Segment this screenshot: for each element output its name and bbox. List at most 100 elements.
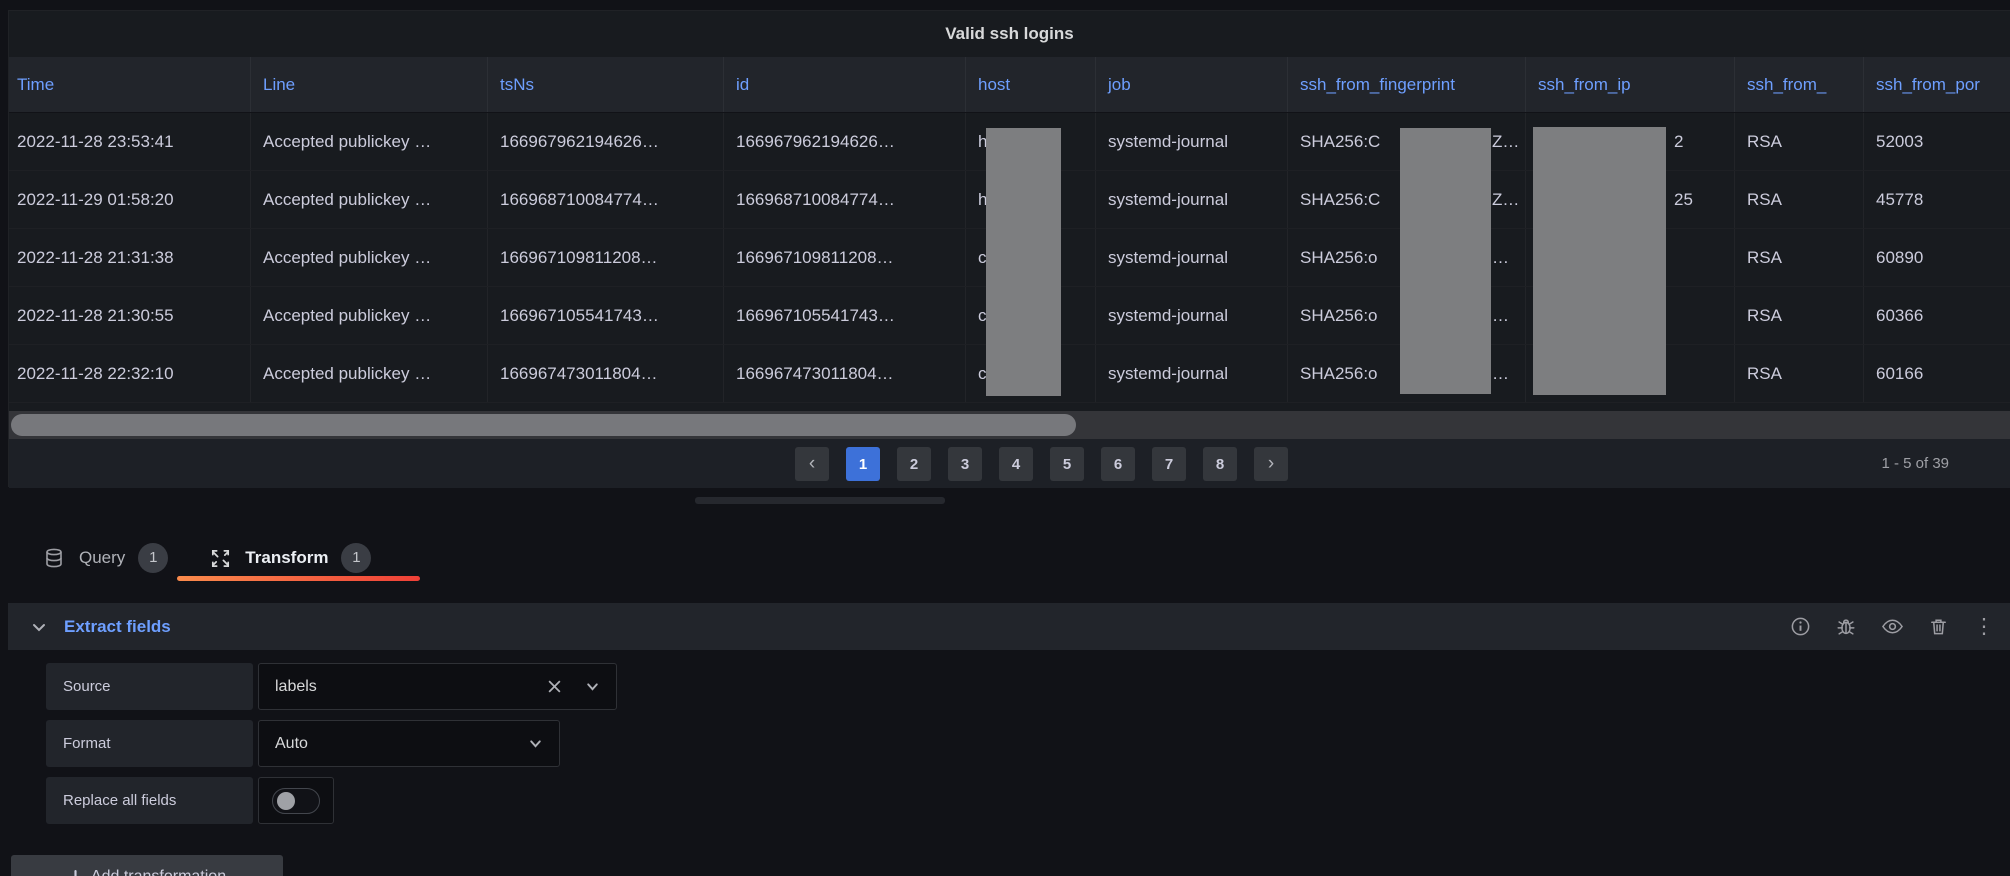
transform-icon xyxy=(208,546,232,570)
cell-line: Accepted publickey … xyxy=(251,171,488,228)
cell-time: 2022-11-29 01:58:20 xyxy=(9,171,251,228)
replace-all-fields-toggle[interactable] xyxy=(272,787,320,814)
column-header-time[interactable]: Time xyxy=(9,57,251,112)
pagination-page-7[interactable]: 7 xyxy=(1152,447,1186,481)
column-header-line[interactable]: Line xyxy=(251,57,488,112)
pagination-page-6[interactable]: 6 xyxy=(1101,447,1135,481)
pagination-page-4[interactable]: 4 xyxy=(999,447,1033,481)
format-label: Format xyxy=(46,720,253,767)
cell-line: Accepted publickey … xyxy=(251,345,488,402)
source-select-value: labels xyxy=(275,677,317,695)
tab-query-label: Query xyxy=(79,548,126,567)
cell-id: 166968710084774… xyxy=(724,171,966,228)
cell-time: 2022-11-28 22:32:10 xyxy=(9,345,251,402)
clear-x-icon[interactable] xyxy=(542,675,566,699)
pagination-page-8[interactable]: 8 xyxy=(1203,447,1237,481)
debug-bug-icon[interactable] xyxy=(1834,615,1858,639)
column-header-ssh-from-ip[interactable]: ssh_from_ip xyxy=(1526,57,1735,112)
tab-query[interactable]: Query 1 xyxy=(30,538,196,578)
cell-ssh-from-keytype: RSA xyxy=(1735,287,1864,344)
cell-line: Accepted publickey … xyxy=(251,287,488,344)
column-header-ssh-from-[interactable]: ssh_from_ xyxy=(1735,57,1864,112)
kebab-menu-icon[interactable]: ⋮ xyxy=(1972,615,1996,639)
pagination-buttons: ‹ 1 2 3 4 5 6 7 8 › xyxy=(795,447,1288,481)
column-header-tsns[interactable]: tsNs xyxy=(488,57,724,112)
pagination-page-3[interactable]: 3 xyxy=(948,447,982,481)
chevron-down-icon[interactable] xyxy=(30,618,48,636)
cell-id: 166967962194626… xyxy=(724,113,966,170)
cell-id: 166967105541743… xyxy=(724,287,966,344)
tab-transform-label: Transform xyxy=(245,548,329,567)
panel-title: Valid ssh logins xyxy=(945,24,1074,43)
tab-transform[interactable]: Transform 1 xyxy=(196,538,399,578)
info-icon[interactable] xyxy=(1788,615,1812,639)
cell-line: Accepted publickey … xyxy=(251,113,488,170)
pagination-bar: ‹ 1 2 3 4 5 6 7 8 › 1 - 5 of 39 xyxy=(9,439,2010,488)
source-label: Source xyxy=(46,663,253,710)
cell-ssh-from-port: 52003 xyxy=(1876,132,1924,151)
redaction-box-fingerprint xyxy=(1400,128,1491,394)
column-header-job[interactable]: job xyxy=(1096,57,1288,112)
add-transformation-label: Add transformation xyxy=(91,868,226,876)
database-icon xyxy=(42,546,66,570)
column-header-ssh-from-por[interactable]: ssh_from_por xyxy=(1864,57,2010,112)
column-header-id[interactable]: id xyxy=(724,57,966,112)
cell-time: 2022-11-28 23:53:41 xyxy=(9,113,251,170)
transformation-actions: ⋮ xyxy=(1788,603,1996,650)
pagination-prev-button[interactable]: ‹ xyxy=(795,447,829,481)
add-transformation-button[interactable]: Add transformation xyxy=(11,855,283,876)
cell-ssh-from-keytype: RSA xyxy=(1735,171,1864,228)
transformation-card-header[interactable]: Extract fields ⋮ xyxy=(8,603,2010,650)
cell-id: 166967109811208… xyxy=(724,229,966,286)
cell-id: 166967473011804… xyxy=(724,345,966,402)
cell-ssh-from-keytype: RSA xyxy=(1735,345,1864,402)
cell-tsns: 166967473011804… xyxy=(488,345,724,402)
active-tab-underline xyxy=(177,576,420,581)
cell-job: systemd-journal xyxy=(1096,345,1288,402)
transform-pane-scrollbar[interactable] xyxy=(695,497,945,504)
cell-ssh-from-keytype: RSA xyxy=(1735,113,1864,170)
grafana-panel-edit-view: { "panel": { "title": "Valid ssh logins"… xyxy=(0,0,2010,876)
cell-ssh-from-port: 45778 xyxy=(1876,190,1924,209)
cell-tsns: 166967962194626… xyxy=(488,113,724,170)
table-header-row: Time Line tsNs id host job ssh_from_fingerprin… xyxy=(9,57,2010,113)
table-panel: Valid ssh logins Time Line tsNs id host job ss… xyxy=(8,10,2010,488)
tab-transform-badge: 1 xyxy=(341,543,372,573)
source-select[interactable]: labels xyxy=(258,663,617,710)
toggle-knob xyxy=(277,791,295,810)
table-scrollbar-thumb[interactable] xyxy=(11,414,1076,436)
transformation-title: Extract fields xyxy=(64,616,171,636)
format-select-value: Auto xyxy=(275,734,308,752)
cell-job: systemd-journal xyxy=(1096,113,1288,170)
cell-tsns: 166967109811208… xyxy=(488,229,724,286)
cell-tsns: 166967105541743… xyxy=(488,287,724,344)
cell-line: Accepted publickey … xyxy=(251,229,488,286)
redaction-box-ip xyxy=(1533,127,1666,395)
cell-time: 2022-11-28 21:30:55 xyxy=(9,287,251,344)
table-scrollbar-track xyxy=(9,411,2010,439)
pagination-summary: 1 - 5 of 39 xyxy=(1881,455,1949,472)
column-header-ssh-from-fingerprint[interactable]: ssh_from_fingerprint xyxy=(1288,57,1526,112)
delete-trash-icon[interactable] xyxy=(1926,615,1950,639)
replace-all-fields-label: Replace all fields xyxy=(46,777,253,824)
pagination-page-5[interactable]: 5 xyxy=(1050,447,1084,481)
cell-job: systemd-journal xyxy=(1096,171,1288,228)
pagination-next-button[interactable]: › xyxy=(1254,447,1288,481)
tab-query-badge: 1 xyxy=(138,543,169,573)
editor-tabs: Query 1 Transform 1 xyxy=(30,538,399,578)
select-chevron-down-icon[interactable] xyxy=(523,732,547,756)
plus-icon xyxy=(68,869,83,876)
format-select[interactable]: Auto xyxy=(258,720,560,767)
redaction-box-host xyxy=(986,128,1061,396)
cell-ssh-from-port: 60366 xyxy=(1876,306,1924,325)
pagination-page-2[interactable]: 2 xyxy=(897,447,931,481)
column-header-host[interactable]: host xyxy=(966,57,1096,112)
cell-job: systemd-journal xyxy=(1096,229,1288,286)
pagination-page-1[interactable]: 1 xyxy=(846,447,880,481)
cell-time: 2022-11-28 21:31:38 xyxy=(9,229,251,286)
replace-toggle-container xyxy=(258,777,334,824)
cell-ssh-from-port: 60166 xyxy=(1876,364,1924,383)
preview-eye-icon[interactable] xyxy=(1880,615,1904,639)
cell-job: systemd-journal xyxy=(1096,287,1288,344)
select-chevron-down-icon[interactable] xyxy=(580,675,604,699)
